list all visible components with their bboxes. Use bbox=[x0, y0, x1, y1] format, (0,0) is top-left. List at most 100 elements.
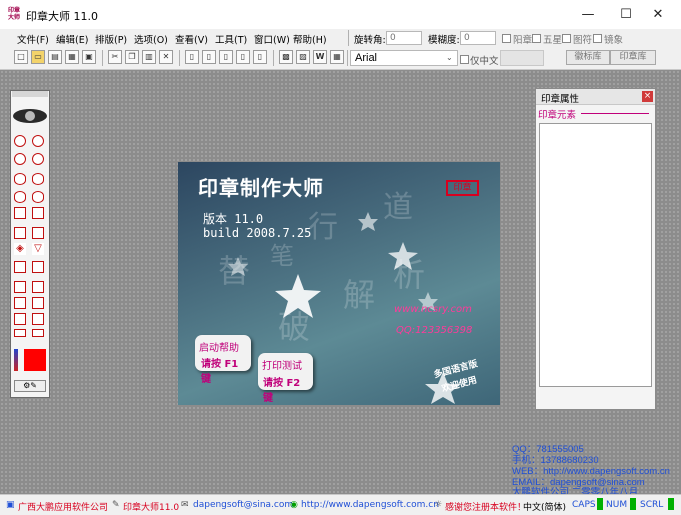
help-hint-box[interactable]: 启动帮助 请按 F1 键 bbox=[195, 335, 251, 385]
rect-stamp-icon[interactable] bbox=[14, 313, 26, 325]
print-icon[interactable]: ▣ bbox=[82, 50, 96, 64]
align-left-icon[interactable]: ▯ bbox=[185, 50, 199, 64]
circle-star-icon[interactable] bbox=[32, 153, 44, 165]
align-center-icon[interactable]: ▯ bbox=[202, 50, 216, 64]
new-icon[interactable]: □ bbox=[14, 50, 28, 64]
square-stamp-icon[interactable] bbox=[32, 207, 44, 219]
computer-icon: ▣ bbox=[6, 500, 15, 510]
print-label: 打印测试 bbox=[262, 361, 302, 372]
watermark-char: 道 bbox=[383, 190, 413, 225]
status-url[interactable]: http://www.dapengsoft.com.cn bbox=[301, 500, 439, 510]
oval-stamp-icon[interactable] bbox=[14, 173, 26, 185]
oval-stamp-icon[interactable] bbox=[32, 191, 44, 203]
website-text: www.ncsry.com bbox=[394, 304, 472, 315]
key-icon: ☼ bbox=[434, 500, 443, 510]
grid-stamp-icon[interactable] bbox=[14, 261, 26, 273]
rect-stamp-icon[interactable] bbox=[14, 297, 26, 309]
chinese-only-checkbox[interactable] bbox=[460, 55, 469, 64]
tab-stamp-library[interactable]: 印章库 bbox=[610, 50, 656, 65]
symbol-checkbox[interactable] bbox=[562, 34, 571, 43]
star-label: 五星 bbox=[543, 35, 563, 46]
diamond-icon[interactable]: ◈ bbox=[14, 243, 26, 255]
panel-titlebar[interactable]: 印章属性 × bbox=[536, 89, 655, 105]
square-stamp-icon[interactable] bbox=[14, 281, 26, 293]
menu-view[interactable]: 查看(V) bbox=[175, 32, 208, 46]
menu-window[interactable]: 窗口(W) bbox=[254, 32, 290, 46]
oval-stamp-icon[interactable] bbox=[14, 191, 26, 203]
square-stamp-icon[interactable] bbox=[14, 207, 26, 219]
triangle-icon[interactable]: ▽ bbox=[32, 243, 44, 255]
build-text: build 2008.7.25 bbox=[203, 226, 312, 240]
element-list[interactable] bbox=[539, 123, 652, 387]
title-bar[interactable]: 印章 大师 印章大师 11.0 — ☐ ✕ bbox=[0, 0, 681, 30]
open-icon[interactable]: ▭ bbox=[31, 50, 45, 64]
watermark-char: 析 bbox=[393, 256, 426, 294]
close-button[interactable]: ✕ bbox=[635, 0, 681, 29]
tab-logo-library[interactable]: 徽标库 bbox=[566, 50, 610, 65]
rect-stamp-icon[interactable] bbox=[14, 227, 26, 239]
save-icon[interactable]: ▤ bbox=[48, 50, 62, 64]
menu-options[interactable]: 选项(O) bbox=[134, 32, 168, 46]
circle-stamp-icon[interactable] bbox=[32, 135, 44, 147]
symbol-label: 图符 bbox=[573, 35, 593, 46]
rotate-label: 旋转角: bbox=[354, 35, 386, 46]
panel-close-button[interactable]: × bbox=[642, 91, 653, 102]
copy-icon[interactable]: ❐ bbox=[125, 50, 139, 64]
eye-icon[interactable] bbox=[13, 109, 47, 123]
align-right-icon[interactable]: ▯ bbox=[219, 50, 233, 64]
app-status-icon: ✎ bbox=[112, 500, 120, 510]
picture-icon[interactable]: ▨ bbox=[296, 50, 310, 64]
menu-edit[interactable]: 编辑(E) bbox=[56, 32, 88, 46]
blur-label: 模糊度: bbox=[428, 35, 460, 46]
menu-tools[interactable]: 工具(T) bbox=[215, 32, 247, 46]
rect-stamp-icon[interactable] bbox=[32, 297, 44, 309]
font-select[interactable]: Arial bbox=[350, 50, 458, 66]
rotate-input[interactable]: 0 bbox=[386, 31, 422, 45]
separator bbox=[102, 50, 103, 66]
watermark-char: 笔 bbox=[270, 242, 294, 270]
color-bar-icon[interactable] bbox=[14, 349, 18, 371]
font-size-select[interactable] bbox=[500, 50, 544, 66]
strip-stamp-icon[interactable] bbox=[32, 329, 44, 337]
stamp-controls-bar: 旋转角: 0 模糊度: 0 阳章 五星 图符 镜象 bbox=[348, 29, 681, 47]
grid-stamp-icon[interactable] bbox=[32, 261, 44, 273]
delete-icon[interactable]: ✕ bbox=[159, 50, 173, 64]
yang-label: 阳章 bbox=[513, 35, 533, 46]
status-email[interactable]: dapengsoft@sina.com bbox=[193, 500, 293, 510]
strip-stamp-icon[interactable] bbox=[14, 329, 26, 337]
num-indicator bbox=[630, 498, 636, 510]
rect-stamp-icon[interactable] bbox=[32, 313, 44, 325]
menu-file[interactable]: 文件(F) bbox=[17, 32, 49, 46]
watermark-char: 替 bbox=[218, 252, 251, 290]
chevron-down-icon[interactable]: ⌄ bbox=[446, 53, 453, 62]
palette-grip[interactable] bbox=[12, 91, 48, 97]
blur-input[interactable]: 0 bbox=[460, 31, 496, 45]
print-hint-box[interactable]: 打印测试 请按 F2 键 bbox=[258, 353, 313, 404]
stamp-properties-panel: 印章属性 × 印章元素 bbox=[535, 88, 656, 410]
image-icon[interactable]: ▩ bbox=[279, 50, 293, 64]
circle-star-icon[interactable] bbox=[14, 153, 26, 165]
align-bottom-icon[interactable]: ▯ bbox=[253, 50, 267, 64]
menu-help[interactable]: 帮助(H) bbox=[293, 32, 327, 46]
square-stamp-icon[interactable] bbox=[32, 281, 44, 293]
globe-icon: ◉ bbox=[290, 500, 298, 510]
cut-icon[interactable]: ✂ bbox=[108, 50, 122, 64]
print-key: 请按 F2 键 bbox=[263, 378, 301, 404]
align-top-icon[interactable]: ▯ bbox=[236, 50, 250, 64]
menu-layout[interactable]: 排版(P) bbox=[95, 32, 127, 46]
mirror-checkbox[interactable] bbox=[593, 34, 602, 43]
yang-checkbox[interactable] bbox=[502, 34, 511, 43]
circle-stamp-icon[interactable] bbox=[14, 135, 26, 147]
grid-icon[interactable]: ▦ bbox=[330, 50, 344, 64]
paste-icon[interactable]: ▥ bbox=[142, 50, 156, 64]
color-swatch[interactable] bbox=[24, 349, 46, 371]
word-icon[interactable]: W bbox=[313, 50, 327, 64]
print-preview-icon[interactable]: ▦ bbox=[65, 50, 79, 64]
star-checkbox[interactable] bbox=[532, 34, 541, 43]
watermark-char: 解 bbox=[343, 276, 376, 314]
status-lang: 中文(简体) bbox=[523, 503, 567, 513]
oval-stamp-icon[interactable] bbox=[32, 173, 44, 185]
rect-stamp-icon[interactable] bbox=[32, 227, 44, 239]
splash-title: 印章制作大师 bbox=[198, 176, 324, 200]
tools-icon[interactable]: ⚙✎ bbox=[14, 380, 46, 392]
